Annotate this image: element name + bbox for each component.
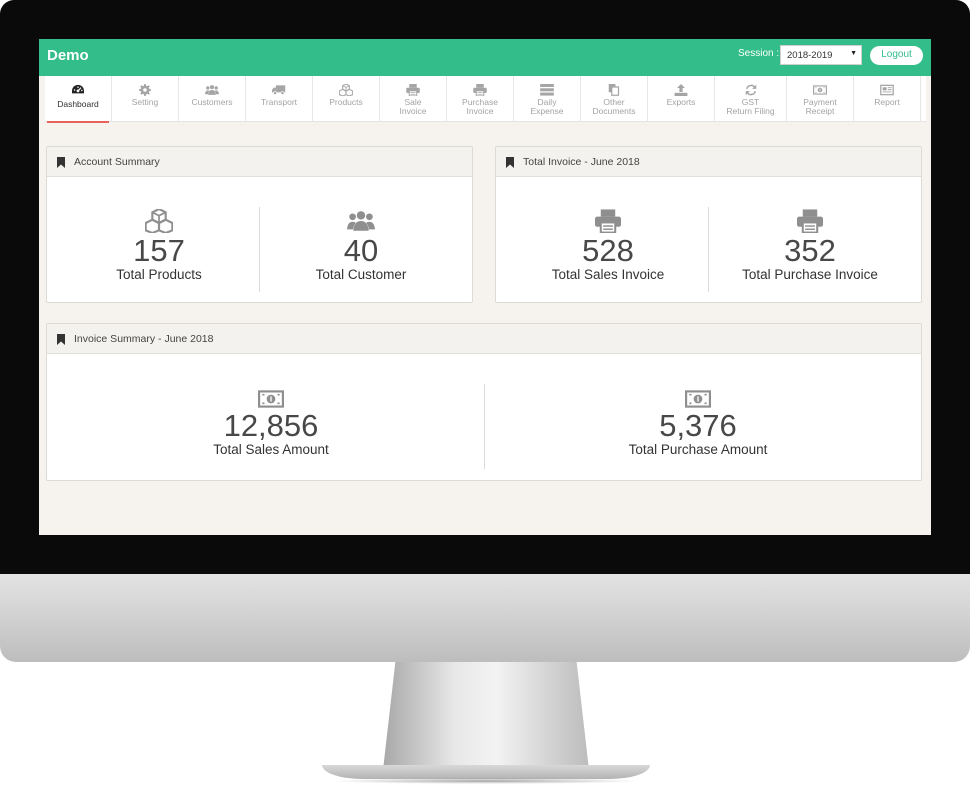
divider: [708, 207, 709, 292]
gear-icon: [138, 84, 152, 96]
account-summary-panel: Account Summary 157 Total Products 40 To…: [46, 146, 473, 303]
cubes-icon: [339, 84, 353, 96]
nav-payment-receipt[interactable]: Payment Receipt: [787, 76, 854, 122]
nav-label: Payment Receipt: [803, 97, 837, 116]
total-sales-invoice-stat: 528 Total Sales Invoice: [508, 209, 708, 282]
refresh-icon: [744, 84, 758, 96]
monitor-frame: Demo Session : 2018-2019 ▼ Logout Dashbo…: [0, 0, 970, 786]
truck-icon: [272, 84, 286, 96]
logout-button[interactable]: Logout: [870, 46, 923, 65]
nav-label: Exports: [666, 97, 696, 107]
total-purchase-amount-stat: 5,376 Total Purchase Amount: [598, 390, 798, 457]
nav-sale-invoice[interactable]: Sale Invoice: [380, 76, 447, 122]
app-title: Demo: [47, 47, 89, 64]
stat-value: 12,856: [223, 408, 319, 443]
nav-other-documents[interactable]: Other Documents: [581, 76, 648, 122]
nav-setting[interactable]: Setting: [112, 76, 179, 122]
top-bar: Demo Session : 2018-2019 ▼ Logout: [39, 39, 931, 76]
monitor-chin: [0, 574, 970, 662]
upload-icon: [674, 84, 688, 96]
monitor-base-shadow: [330, 778, 642, 784]
nav-label: Purchase Invoice: [462, 97, 498, 116]
nav-label: Report: [874, 97, 900, 107]
money-icon: [813, 84, 827, 96]
money-icon: [685, 390, 711, 408]
nav-gst-return-filing[interactable]: GST Return Filing: [715, 76, 787, 122]
nav-label: Sale Invoice: [399, 97, 427, 116]
panel-header: Account Summary: [47, 147, 472, 177]
session-select[interactable]: 2018-2019 ▼: [780, 45, 862, 65]
nav-label: Transport: [260, 97, 298, 107]
nav-transport[interactable]: Transport: [246, 76, 313, 122]
nav-label: Dashboard: [57, 99, 99, 109]
nav-purchase-invoice[interactable]: Purchase Invoice: [447, 76, 514, 122]
nav-label: Setting: [131, 97, 159, 107]
server-icon: [540, 84, 554, 96]
users-icon: [205, 84, 219, 96]
invoice-summary-panel: Invoice Summary - June 2018 12,856 Total…: [46, 323, 922, 481]
bookmark-icon: [506, 157, 514, 168]
cubes-icon: [145, 209, 173, 233]
bookmark-icon: [57, 334, 65, 345]
panel-title: Invoice Summary - June 2018: [74, 333, 214, 345]
stat-label: Total Products: [116, 267, 202, 282]
total-invoice-panel: Total Invoice - June 2018 528 Total Sale…: [495, 146, 922, 303]
total-sales-amount-stat: 12,856 Total Sales Amount: [171, 390, 371, 457]
nav-daily-expense[interactable]: Daily Expense: [514, 76, 581, 122]
nav-label: Customers: [191, 97, 233, 107]
nav-exports[interactable]: Exports: [648, 76, 715, 122]
stat-value: 5,376: [659, 408, 737, 443]
stat-label: Total Customer: [315, 267, 407, 282]
session-label: Session :: [738, 48, 780, 59]
bookmark-icon: [57, 157, 65, 168]
monitor-base: [322, 765, 650, 779]
total-customer-stat: 40 Total Customer: [261, 209, 461, 282]
newspaper-icon: [880, 84, 894, 96]
stat-label: Total Purchase Amount: [628, 442, 768, 457]
stat-value: 157: [133, 233, 185, 268]
nav-label: Daily Expense: [530, 97, 564, 116]
dashboard-icon: [71, 84, 85, 96]
users-icon: [347, 209, 375, 233]
nav-label: GST Return Filing: [726, 97, 775, 116]
main-nav: Dashboard Setting Customers Transport Pr…: [45, 76, 926, 123]
select-caret-icon: ▼: [850, 50, 857, 57]
printer-icon: [595, 209, 621, 233]
panel-header: Total Invoice - June 2018: [496, 147, 921, 177]
panel-header: Invoice Summary - June 2018: [47, 324, 921, 354]
total-products-stat: 157 Total Products: [59, 209, 259, 282]
nav-dashboard[interactable]: Dashboard: [45, 76, 112, 123]
stat-label: Total Sales Invoice: [551, 267, 665, 282]
divider: [259, 207, 260, 292]
nav-products[interactable]: Products: [313, 76, 380, 122]
stat-label: Total Purchase Invoice: [742, 267, 878, 282]
monitor-stand: [383, 662, 589, 770]
printer-icon: [473, 84, 487, 96]
stat-value: 352: [784, 233, 836, 268]
panel-title: Account Summary: [74, 156, 160, 168]
printer-icon: [797, 209, 823, 233]
money-icon: [258, 390, 284, 408]
session-value: 2018-2019: [787, 50, 833, 61]
stat-label: Total Sales Amount: [213, 442, 329, 457]
stat-value: 40: [343, 233, 379, 268]
nav-label: Other Documents: [592, 97, 636, 116]
app-screen: Demo Session : 2018-2019 ▼ Logout Dashbo…: [39, 39, 931, 535]
total-purchase-invoice-stat: 352 Total Purchase Invoice: [710, 209, 910, 282]
stat-value: 528: [582, 233, 634, 268]
nav-report[interactable]: Report: [854, 76, 921, 122]
panel-title: Total Invoice - June 2018: [523, 156, 640, 168]
nav-label: Products: [329, 97, 363, 107]
printer-icon: [406, 84, 420, 96]
divider: [484, 384, 485, 469]
nav-customers[interactable]: Customers: [179, 76, 246, 122]
files-icon: [607, 84, 621, 96]
